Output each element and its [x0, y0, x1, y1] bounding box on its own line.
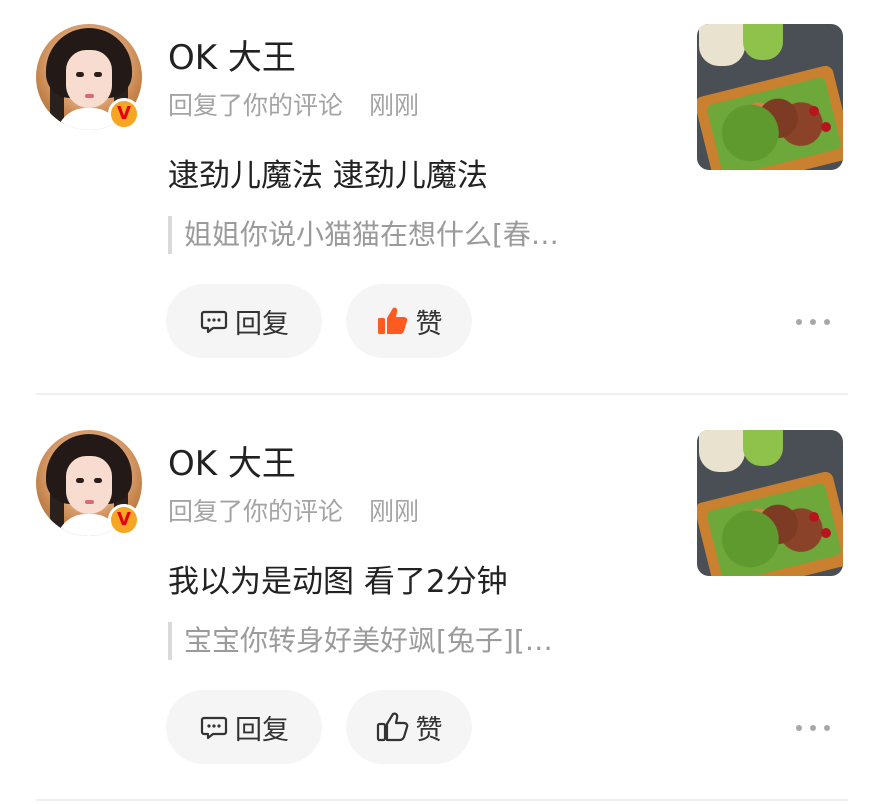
- more-dots-icon[interactable]: [796, 302, 830, 342]
- comment-bubble-icon: [200, 716, 228, 740]
- like-button[interactable]: 赞: [346, 690, 472, 764]
- username[interactable]: OK 大王: [168, 30, 296, 79]
- thumbs-up-icon: [376, 712, 408, 742]
- meta-line: 回复了你的评论 刚刚: [168, 86, 419, 122]
- reply-button[interactable]: 回复: [166, 284, 322, 358]
- reply-comment-text[interactable]: 我以为是动图 看了2分钟: [168, 556, 508, 601]
- reply-label: 回复: [235, 308, 289, 340]
- timestamp: 刚刚: [369, 91, 420, 120]
- reply-label: 回复: [235, 714, 289, 746]
- more-dots-icon[interactable]: [796, 708, 830, 748]
- post-thumbnail[interactable]: [697, 24, 843, 170]
- reply-comment-text[interactable]: 逮劲儿魔法 逮劲儿魔法: [168, 150, 488, 195]
- notification-item: V OK 大王 回复了你的评论 刚刚 逮劲儿魔法 逮劲儿魔法 姐姐你说小猫猫在想什…: [0, 0, 877, 406]
- verified-badge-icon: V: [108, 504, 140, 536]
- username[interactable]: OK 大王: [168, 436, 296, 485]
- meta-line: 回复了你的评论 刚刚: [168, 492, 419, 528]
- action-text: 回复了你的评论: [168, 91, 344, 120]
- like-button[interactable]: 赞: [346, 284, 472, 358]
- notification-feed: V OK 大王 回复了你的评论 刚刚 逮劲儿魔法 逮劲儿魔法 姐姐你说小猫猫在想什…: [0, 0, 877, 804]
- divider: [36, 393, 848, 395]
- verified-badge-icon: V: [108, 98, 140, 130]
- notification-item: V OK 大王 回复了你的评论 刚刚 我以为是动图 看了2分钟 宝宝你转身好美好飒…: [0, 406, 877, 804]
- like-label: 赞: [415, 308, 443, 340]
- comment-bubble-icon: [200, 310, 228, 334]
- like-label: 赞: [415, 714, 443, 746]
- thumbs-up-icon: [377, 307, 407, 334]
- post-thumbnail[interactable]: [697, 430, 843, 576]
- divider: [36, 799, 848, 801]
- action-text: 回复了你的评论: [168, 497, 344, 526]
- timestamp: 刚刚: [369, 497, 420, 526]
- quoted-original-comment[interactable]: 姐姐你说小猫猫在想什么[春…: [168, 216, 559, 254]
- quoted-original-comment[interactable]: 宝宝你转身好美好飒[兔子][…: [168, 622, 553, 660]
- reply-button[interactable]: 回复: [166, 690, 322, 764]
